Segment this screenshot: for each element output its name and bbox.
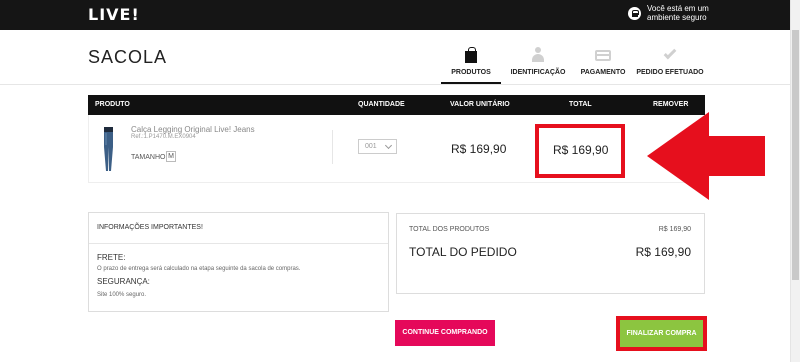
- quantity-select[interactable]: 001: [358, 139, 397, 154]
- column-header-remover: REMOVER: [653, 101, 689, 108]
- step-label: PEDIDO EFETUADO: [636, 69, 704, 76]
- chevron-down-icon: [384, 141, 393, 150]
- secure-badge: Você está em um ambiente seguro: [628, 4, 717, 22]
- subtotal-value: R$ 169,90: [658, 226, 691, 233]
- table-header: PRODUTO QUANTIDADE VALOR UNITÁRIO TOTAL …: [88, 95, 705, 115]
- important-info-box: INFORMAÇÕES IMPORTANTES! FRETE: O prazo …: [88, 212, 389, 312]
- red-arrow-annotation: [647, 112, 765, 200]
- unit-price: R$ 169,90: [451, 142, 507, 156]
- quantity-value: 001: [365, 143, 377, 150]
- product-ref: Ref.:1.P1470.M.EX0904: [131, 134, 196, 140]
- column-header-valor-unitario: VALOR UNITÁRIO: [450, 101, 510, 108]
- user-icon: [531, 47, 545, 63]
- frete-label: FRETE:: [97, 253, 126, 262]
- scrollbar-thumb[interactable]: [792, 30, 799, 280]
- order-total-value: R$ 169,90: [635, 245, 691, 259]
- size-value: M: [166, 151, 176, 162]
- logo[interactable]: LIVE!: [88, 5, 140, 24]
- order-total-label: TOTAL DO PEDIDO: [409, 245, 517, 259]
- size-label: TAMANHO:: [131, 154, 168, 161]
- product-name[interactable]: Calça Legging Original Live! Jeans: [131, 125, 255, 134]
- step-pedido-efetuado[interactable]: PEDIDO EFETUADO: [630, 45, 710, 76]
- credit-card-icon: [595, 49, 611, 61]
- divider: [0, 84, 790, 85]
- product-image[interactable]: [103, 127, 114, 171]
- frete-text: O prazo de entrega será calculado na eta…: [97, 266, 301, 272]
- seguranca-label: SEGURANÇA:: [97, 277, 150, 286]
- finalize-purchase-button[interactable]: FINALIZAR COMPRA: [620, 320, 703, 347]
- continue-shopping-button[interactable]: CONTINUE COMPRANDO: [395, 320, 495, 346]
- column-header-total: TOTAL: [569, 101, 592, 108]
- seguranca-text: Site 100% seguro.: [97, 292, 147, 298]
- secure-text: Você está em um ambiente seguro: [647, 4, 709, 22]
- info-title: INFORMAÇÕES IMPORTANTES!: [97, 224, 203, 231]
- scrollbar[interactable]: [790, 0, 800, 362]
- lock-icon: [628, 6, 641, 20]
- page-title: SACOLA: [88, 47, 168, 67]
- column-header-quantidade: QUANTIDADE: [358, 101, 405, 108]
- subtotal-label: TOTAL DOS PRODUTOS: [409, 226, 490, 233]
- order-summary: TOTAL DOS PRODUTOS R$ 169,90 TOTAL DO PE…: [396, 213, 705, 294]
- divider: [89, 243, 388, 244]
- shopping-bag-icon: [465, 47, 477, 63]
- column-header-produto: PRODUTO: [95, 101, 130, 108]
- check-icon: [663, 46, 677, 60]
- divider: [332, 130, 333, 164]
- row-total: R$ 169,90: [553, 143, 609, 157]
- top-bar: LIVE! Você está em um ambiente seguro: [0, 0, 800, 30]
